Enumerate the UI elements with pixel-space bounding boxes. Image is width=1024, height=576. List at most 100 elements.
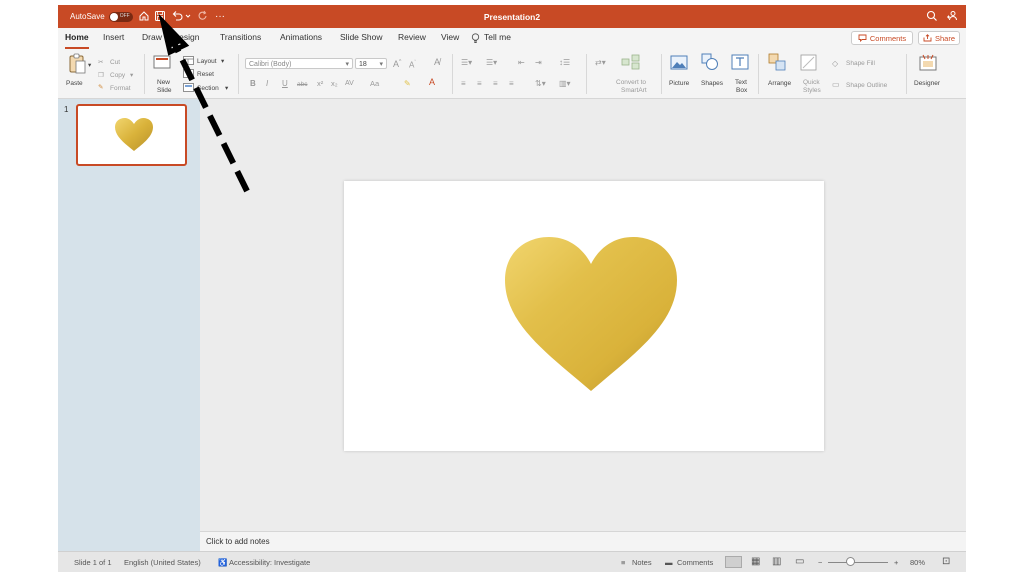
align-right-icon[interactable]: ≡	[493, 80, 498, 88]
separator	[144, 54, 145, 94]
strikethrough-button[interactable]: abc	[297, 81, 307, 88]
justify-icon[interactable]: ≡	[509, 80, 514, 88]
tab-home[interactable]: Home	[65, 32, 89, 42]
text-direction-icon[interactable]: ⇅▾	[535, 80, 546, 88]
normal-view-icon[interactable]	[725, 556, 742, 568]
font-size-dropdown[interactable]: 18 ▾	[355, 58, 387, 69]
comments-button[interactable]: Comments	[851, 31, 913, 45]
reset-button[interactable]: Reset	[197, 71, 214, 78]
tab-view[interactable]: View	[441, 32, 459, 42]
character-spacing-button[interactable]: AV	[345, 80, 354, 87]
picture-label: Picture	[669, 80, 690, 87]
separator	[452, 54, 453, 94]
slide-thumbnail-1[interactable]	[76, 104, 187, 166]
clear-formatting-icon[interactable]: A̸	[434, 58, 440, 67]
font-name-dropdown[interactable]: Calibri (Body) ▾	[245, 58, 353, 69]
tab-insert[interactable]: Insert	[103, 32, 124, 42]
new-slide-icon[interactable]	[153, 54, 171, 70]
active-tab-indicator	[65, 47, 89, 49]
superscript-button[interactable]: x²	[317, 80, 323, 88]
designer-icon[interactable]	[919, 54, 937, 72]
textbox-icon[interactable]	[731, 54, 749, 70]
arrange-icon[interactable]	[768, 53, 786, 71]
language-status[interactable]: English (United States)	[124, 558, 201, 567]
paste-dropdown-icon[interactable]: ▾	[88, 62, 91, 69]
highlight-color-icon[interactable]: ✎	[404, 80, 411, 88]
slideshow-icon[interactable]: ▭	[795, 556, 804, 567]
layout-button[interactable]: Layout	[197, 58, 217, 65]
shapes-icon[interactable]	[701, 53, 719, 71]
tab-slide-show[interactable]: Slide Show	[340, 32, 383, 42]
subscript-button[interactable]: x₂	[331, 80, 338, 88]
tab-animations[interactable]: Animations	[280, 32, 322, 42]
shape-fill-button[interactable]: Shape Fill	[846, 60, 875, 67]
slide-canvas[interactable]	[344, 181, 824, 451]
copy-button[interactable]: Copy	[110, 72, 125, 79]
reading-view-icon[interactable]: ▥	[772, 556, 781, 567]
zoom-slider-handle[interactable]	[846, 557, 855, 566]
grow-font-icon[interactable]: A^	[393, 59, 401, 69]
designer-label: Designer	[914, 80, 941, 87]
cut-button[interactable]: Cut	[110, 59, 120, 66]
bullets-icon[interactable]: ☰▾	[461, 59, 472, 67]
format-painter-icon: ✎	[98, 84, 104, 91]
shape-outline-button[interactable]: Shape Outline	[846, 82, 887, 89]
change-case-button[interactable]: Aa	[370, 80, 379, 88]
zoom-in-button[interactable]: +	[894, 558, 898, 567]
zoom-slider-track[interactable]	[828, 562, 888, 563]
document-title: Presentation2	[483, 11, 541, 22]
italic-button[interactable]: I	[266, 80, 268, 88]
layout-dropdown-icon[interactable]: ▾	[221, 58, 224, 65]
share-button[interactable]: Share	[918, 31, 960, 45]
smartart-icon[interactable]	[621, 54, 641, 70]
chevron-down-icon: ▾	[379, 61, 383, 68]
columns-icon[interactable]: ▥▾	[559, 80, 571, 88]
ribbon-tab-bar: Home Insert Draw Design Transitions Anim…	[58, 28, 966, 50]
slide-sorter-icon[interactable]: ▦	[751, 556, 760, 567]
align-left-icon[interactable]: ≡	[461, 80, 466, 88]
section-icon	[183, 83, 194, 92]
share-people-icon[interactable]	[946, 10, 958, 22]
font-name-value: Calibri (Body)	[249, 61, 292, 68]
notes-placeholder[interactable]: Click to add notes	[206, 537, 270, 546]
search-icon[interactable]	[926, 10, 938, 22]
tell-me-search[interactable]: Tell me	[484, 32, 511, 42]
numbering-icon[interactable]: ☰▾	[486, 59, 497, 67]
zoom-level[interactable]: 80%	[910, 558, 925, 567]
bold-button[interactable]: B	[250, 80, 256, 88]
zoom-out-button[interactable]: −	[818, 558, 822, 567]
font-color-icon[interactable]: A	[429, 78, 435, 87]
shape-fill-icon: ◇	[832, 59, 839, 68]
underline-button[interactable]: U	[282, 80, 288, 88]
tab-design[interactable]: Design	[173, 32, 199, 42]
status-bar: Slide 1 of 1 English (United States) ♿ A…	[58, 551, 966, 572]
notes-pane[interactable]: Click to add notes	[200, 531, 966, 552]
heart-image[interactable]	[504, 236, 678, 391]
comments-label: Comments	[869, 33, 907, 43]
quick-styles-label-2: Styles	[803, 87, 821, 94]
font-size-value: 18	[359, 61, 367, 68]
decrease-indent-icon[interactable]: ⇤	[518, 59, 525, 67]
arrange-label: Arrange	[768, 80, 792, 87]
tab-review[interactable]: Review	[398, 32, 426, 42]
accessibility-status[interactable]: Accessibility: Investigate	[229, 558, 310, 567]
copy-dropdown-icon[interactable]: ▾	[130, 72, 133, 79]
notes-toggle[interactable]: Notes	[632, 558, 652, 567]
tab-transitions[interactable]: Transitions	[220, 32, 261, 42]
powerpoint-window: AutoSave OFF ··· Presentation2 Home Inse…	[58, 5, 966, 572]
align-center-icon[interactable]: ≡	[477, 80, 482, 88]
comment-icon	[858, 34, 867, 42]
quick-styles-icon[interactable]	[800, 54, 818, 72]
section-dropdown-icon[interactable]: ▾	[225, 85, 228, 92]
format-painter-button[interactable]: Format	[110, 85, 131, 92]
tab-draw[interactable]: Draw	[142, 32, 162, 42]
paste-icon[interactable]	[67, 53, 87, 75]
line-spacing-icon[interactable]: ↕☰	[559, 59, 570, 67]
comments-toggle[interactable]: Comments	[677, 558, 713, 567]
section-button[interactable]: Section	[197, 85, 219, 92]
picture-icon[interactable]	[670, 55, 688, 70]
shrink-font-icon[interactable]: Aˇ	[409, 60, 416, 69]
align-text-icon[interactable]: ⇄▾	[595, 59, 606, 67]
increase-indent-icon[interactable]: ⇥	[535, 59, 542, 67]
fit-slide-icon[interactable]: ⊡	[942, 556, 950, 567]
